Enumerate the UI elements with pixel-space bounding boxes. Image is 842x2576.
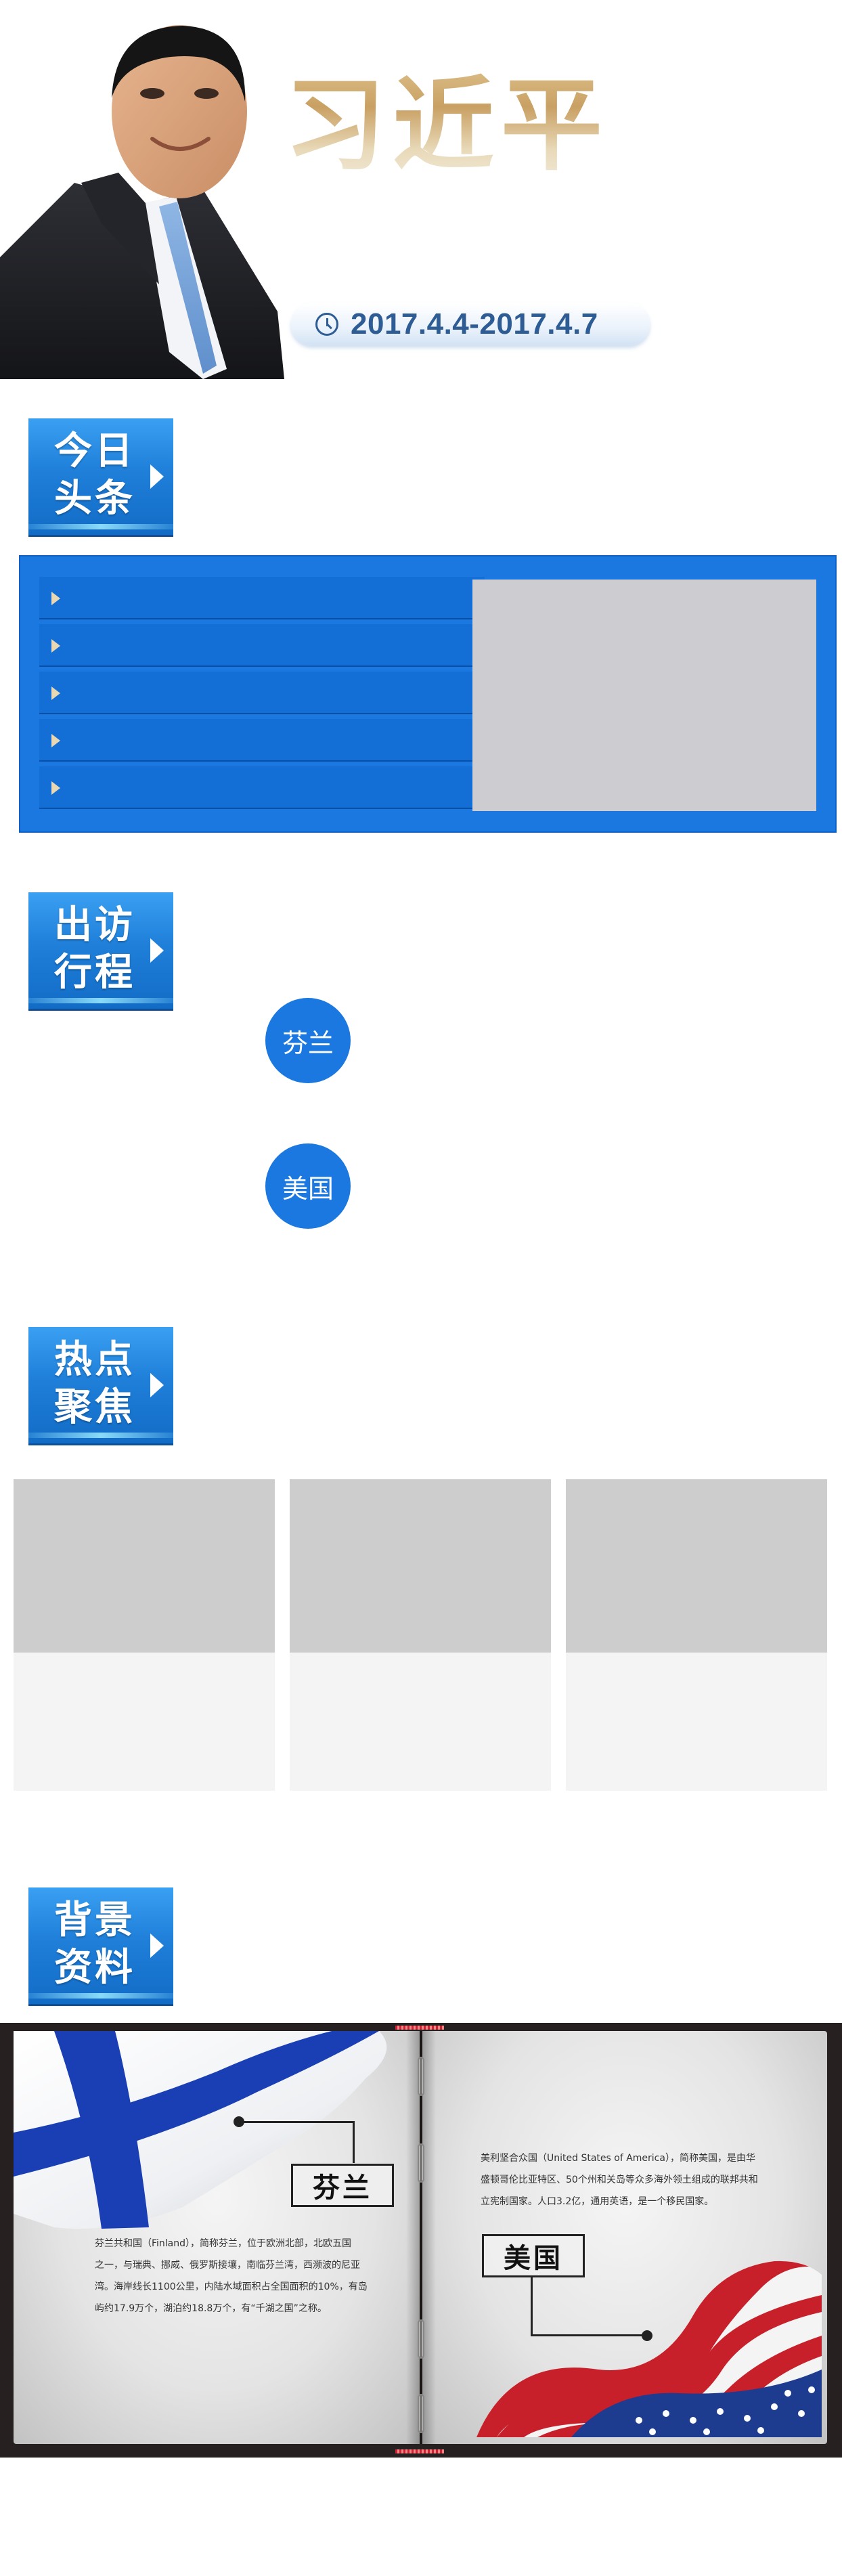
chevron-right-icon [150, 1373, 164, 1397]
finland-pointer-line [239, 2121, 354, 2123]
finland-pointer-line [353, 2121, 355, 2163]
binder-ring [418, 2394, 424, 2433]
finland-desc-line: 芬兰共和国（Finland），简称芬兰，位于欧洲北部，北欧五国 [95, 2238, 352, 2249]
chevron-right-icon [150, 464, 164, 489]
headline-item[interactable] [39, 719, 485, 762]
book-page-finland: 芬兰 芬兰共和国（Finland），简称芬兰，位于欧洲北部，北欧五国 之一，与瑞… [14, 2031, 420, 2444]
badge-line-2: 头条 [54, 477, 135, 521]
focus-card[interactable] [14, 1479, 275, 1791]
headline-image-placeholder[interactable] [472, 580, 816, 811]
badge-line-2: 行程 [54, 951, 135, 995]
badge-label-hot-focus: 热点 聚焦 [54, 1336, 149, 1431]
clock-icon [315, 313, 338, 336]
focus-card-image [566, 1479, 827, 1653]
chevron-right-icon [150, 938, 164, 963]
binder-ring [418, 2319, 424, 2359]
badge-line-2: 聚焦 [54, 1385, 135, 1429]
headline-item[interactable] [39, 577, 485, 619]
usa-desc-line: 美利坚合众国（United States of America），简称美国，是由… [481, 2153, 755, 2164]
headline-list [39, 577, 485, 814]
chevron-right-icon [150, 1934, 164, 1958]
book-bookmark-top [395, 2026, 444, 2030]
binder-ring [418, 2143, 424, 2183]
date-range-text: 2017.4.4-2017.4.7 [351, 307, 598, 341]
book-page-usa: 美利坚合众国（United States of America），简称美国，是由… [422, 2031, 827, 2444]
date-range-pill: 2017.4.4-2017.4.7 [291, 303, 650, 345]
badge-line-1: 热点 [54, 1338, 135, 1382]
section-badge-headlines: 今日 头条 [28, 418, 173, 535]
book-bookmark-bottom [395, 2449, 444, 2453]
header-banner: 习近平 2017.4.4-2017.4.7 [0, 0, 842, 379]
itinerary-stop-finland[interactable]: 芬兰 [265, 998, 351, 1083]
section-badge-hot-focus: 热点 聚焦 [28, 1327, 173, 1443]
triangle-right-icon [51, 592, 60, 605]
finland-description: 芬兰共和国（Finland），简称芬兰，位于欧洲北部，北欧五国 之一，与瑞典、挪… [95, 2233, 393, 2319]
triangle-right-icon [51, 686, 60, 700]
usa-desc-line: 盛顿哥伦比亚特区、50个州和关岛等众多海外领土组成的联邦共和 [481, 2175, 758, 2185]
badge-label-background: 背景 资料 [54, 1897, 149, 1992]
headline-item[interactable] [39, 672, 485, 714]
page-title: 习近平 [284, 64, 623, 186]
usa-desc-line: 立宪制国家。人口3.2亿，通用英语，是一个移民国家。 [481, 2196, 714, 2207]
badge-line-2: 资料 [54, 1946, 135, 1990]
finland-label: 芬兰 [291, 2164, 394, 2207]
headlines-panel [19, 555, 837, 833]
usa-flag-image [477, 2261, 822, 2437]
badge-line-1: 背景 [54, 1898, 135, 1942]
finland-desc-line: 屿约17.9万个，湖泊约18.8万个，有“千湖之国”之称。 [95, 2303, 327, 2314]
finland-desc-line: 之一，与瑞典、挪威、俄罗斯接壤，南临芬兰湾，西濒波的尼亚 [95, 2260, 360, 2271]
portrait-photo [0, 25, 284, 379]
focus-card-image [14, 1479, 275, 1653]
headline-item[interactable] [39, 766, 485, 809]
badge-line-1: 今日 [54, 429, 135, 473]
binder-ring [418, 2057, 424, 2096]
badge-label-headlines: 今日 头条 [54, 428, 149, 523]
usa-description: 美利坚合众国（United States of America），简称美国，是由… [481, 2147, 805, 2212]
triangle-right-icon [51, 734, 60, 747]
finland-desc-line: 湾。海岸线长1100公里，内陆水域面积占全国面积的10%，有岛 [95, 2282, 368, 2292]
itinerary-stop-usa[interactable]: 美国 [265, 1143, 351, 1229]
headline-item[interactable] [39, 624, 485, 667]
badge-line-1: 出访 [54, 903, 135, 947]
background-info-book: 芬兰 芬兰共和国（Finland），简称芬兰，位于欧洲北部，北欧五国 之一，与瑞… [0, 2023, 842, 2458]
triangle-right-icon [51, 639, 60, 653]
section-badge-background: 背景 资料 [28, 1887, 173, 2004]
badge-label-itinerary: 出访 行程 [54, 902, 149, 997]
focus-card[interactable] [290, 1479, 551, 1791]
triangle-right-icon [51, 781, 60, 795]
section-badge-itinerary: 出访 行程 [28, 892, 173, 1009]
focus-card-image [290, 1479, 551, 1653]
focus-card[interactable] [566, 1479, 827, 1791]
